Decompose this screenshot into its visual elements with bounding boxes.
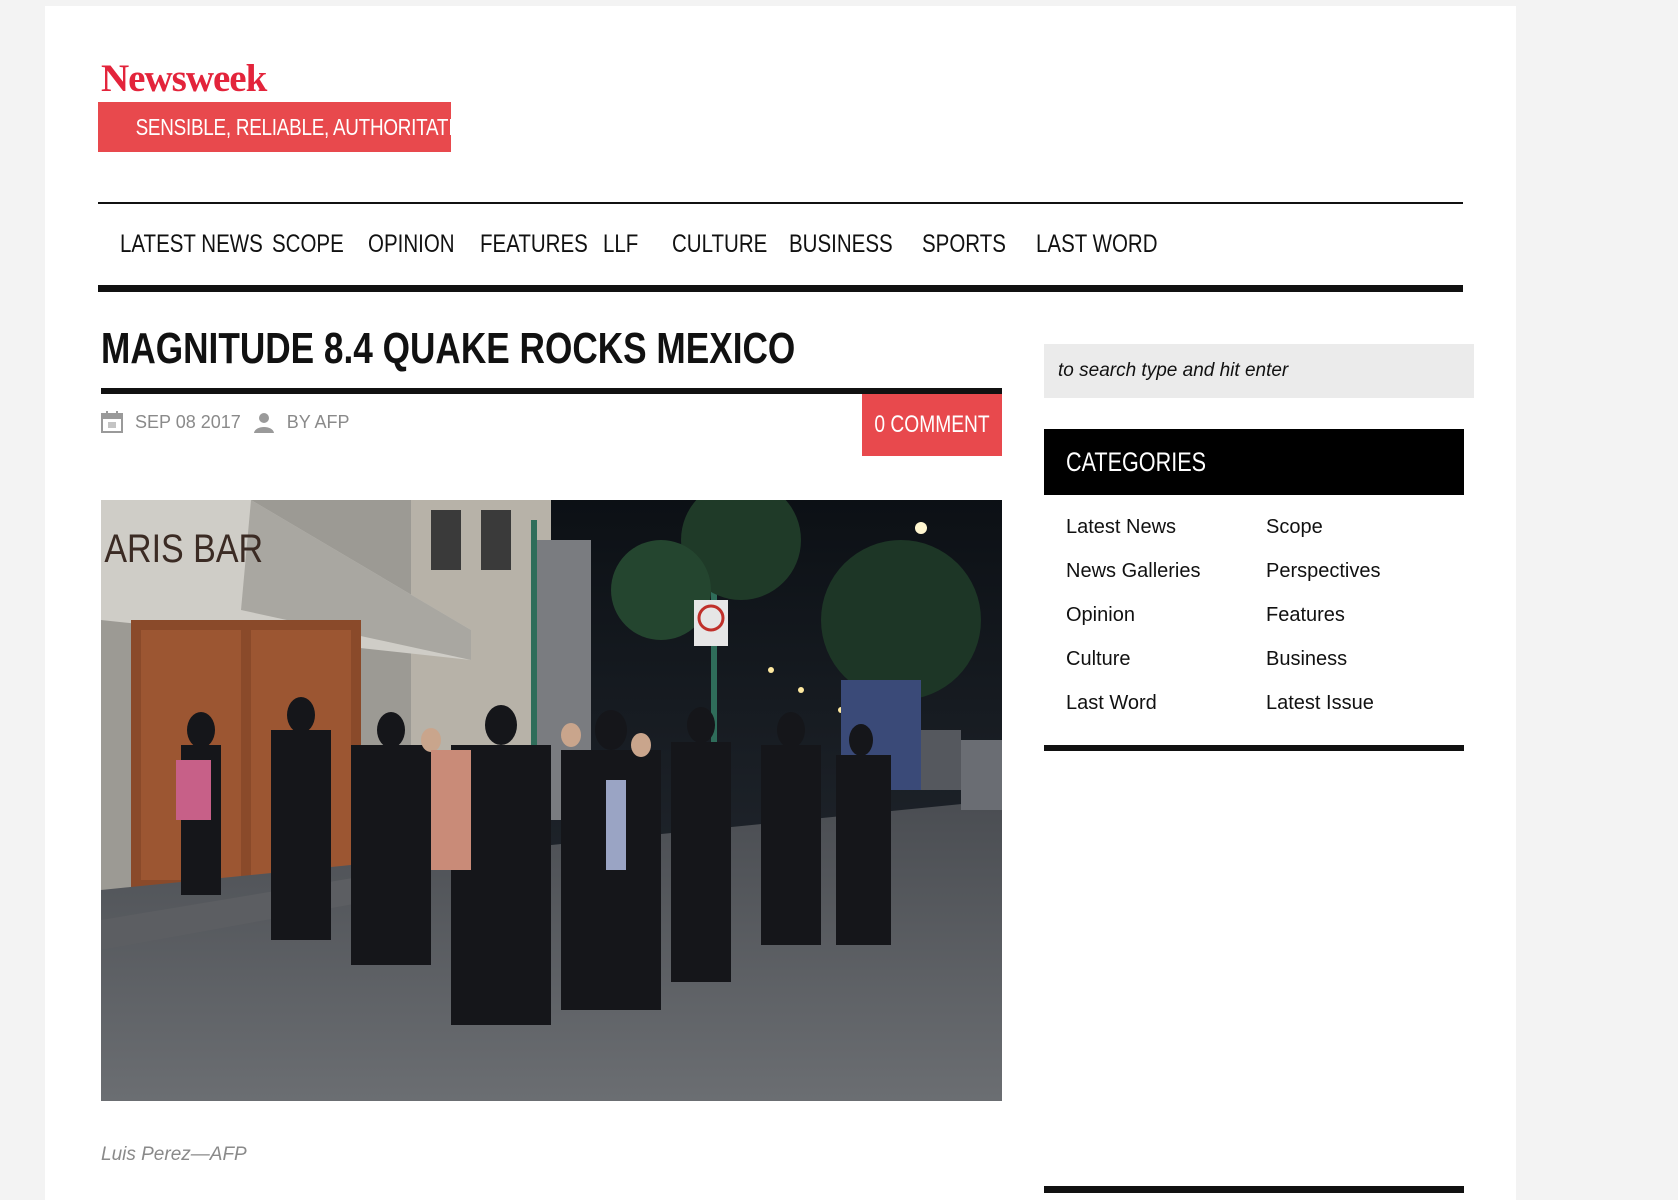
category-link-business[interactable]: Business: [1266, 646, 1466, 672]
nav-item-scope[interactable]: SCOPE: [272, 230, 368, 259]
street-scene-illustration: ARIS BAR: [101, 500, 1002, 1101]
article-photo: ARIS BAR: [101, 500, 1002, 1101]
article-date: SEP 08 2017: [135, 411, 241, 432]
paris-bar-sign: ARIS BAR: [104, 525, 263, 570]
nav-label: LLF: [603, 230, 639, 258]
search-input[interactable]: [1044, 344, 1474, 398]
nav-label: FEATURES: [480, 230, 588, 258]
nav-item-opinion[interactable]: OPINION: [368, 230, 480, 259]
nav-label: LATEST NEWS: [120, 230, 263, 258]
nav-item-features[interactable]: FEATURES: [480, 230, 603, 259]
category-link-perspectives[interactable]: Perspectives: [1266, 558, 1466, 584]
comment-label: 0 COMMENT: [874, 411, 990, 438]
article-author[interactable]: BY AFP: [287, 412, 350, 433]
nav-item-culture[interactable]: CULTURE: [672, 230, 789, 259]
category-link-last-word[interactable]: Last Word: [1066, 690, 1266, 716]
sidebar-bottom-divider: [1044, 1186, 1464, 1193]
nav-label: OPINION: [368, 230, 455, 258]
photo-caption: Luis Perez—AFP: [101, 1144, 247, 1165]
article-title: MAGNITUDE 8.4 QUAKE ROCKS MEXICO: [101, 324, 796, 373]
nav-label: BUSINESS: [789, 230, 893, 258]
nav-item-latest-news[interactable]: LATEST NEWS: [120, 230, 272, 259]
category-link-news-galleries[interactable]: News Galleries: [1066, 558, 1266, 584]
category-link-latest-news[interactable]: Latest News: [1066, 514, 1266, 540]
nav-label: CULTURE: [672, 230, 768, 258]
main-navigation: LATEST NEWS SCOPE OPINION FEATURES LLF C…: [98, 202, 1463, 292]
category-link-latest-issue[interactable]: Latest Issue: [1266, 690, 1466, 716]
nav-label: LAST WORD: [1036, 230, 1158, 258]
comment-count-button[interactable]: 0 COMMENT: [862, 394, 1002, 456]
category-link-culture[interactable]: Culture: [1066, 646, 1266, 672]
article-meta: SEP 08 2017 BY AFP: [101, 411, 361, 433]
category-link-opinion[interactable]: Opinion: [1066, 602, 1266, 628]
category-link-scope[interactable]: Scope: [1266, 514, 1466, 540]
site-tagline: SENSIBLE, RELIABLE, AUTHORITATIVE: [98, 102, 478, 152]
nav-item-llf[interactable]: LLF: [603, 230, 672, 259]
categories-divider: [1044, 745, 1464, 751]
nav-item-business[interactable]: BUSINESS: [789, 230, 922, 259]
nav-item-sports[interactable]: SPORTS: [922, 230, 1036, 259]
page-container: Newsweek SENSIBLE, RELIABLE, AUTHORITATI…: [45, 6, 1516, 1200]
user-icon: [253, 411, 275, 433]
categories-header: CATEGORIES: [1044, 429, 1464, 495]
category-link-features[interactable]: Features: [1266, 602, 1466, 628]
calendar-icon: [101, 411, 123, 433]
nav-label: SCOPE: [272, 230, 344, 258]
categories-title: CATEGORIES: [1066, 447, 1207, 477]
categories-list: Latest News Scope News Galleries Perspec…: [1066, 514, 1466, 716]
nav-item-last-word[interactable]: LAST WORD: [1036, 230, 1158, 259]
nav-label: SPORTS: [922, 230, 1006, 258]
newsweek-logo[interactable]: Newsweek: [101, 56, 267, 101]
tagline-text: SENSIBLE, RELIABLE, AUTHORITATIVE: [135, 114, 479, 140]
